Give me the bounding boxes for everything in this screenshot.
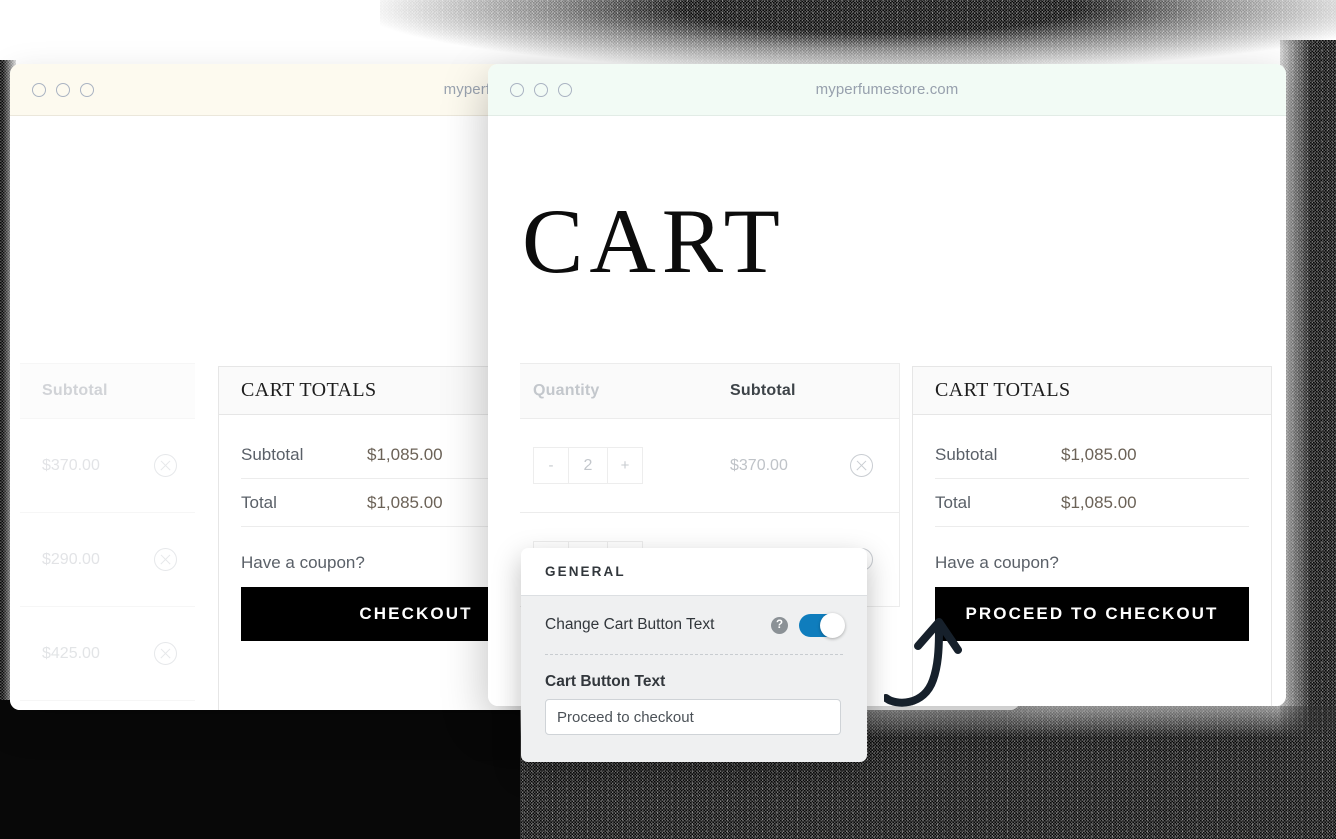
- totals-label: Total: [935, 492, 971, 512]
- change-cart-button-text-toggle[interactable]: [799, 612, 845, 638]
- remove-item-icon[interactable]: [154, 548, 177, 571]
- titlebar-front: myperfumestore.com: [488, 64, 1286, 116]
- table-row: $370.00: [20, 419, 195, 513]
- remove-item-icon[interactable]: [850, 454, 873, 477]
- cart-totals-heading-front: CART TOTALS: [913, 367, 1271, 415]
- row-subtotal: $290.00: [42, 550, 100, 568]
- shadow-right: [1280, 40, 1336, 740]
- address-bar-front[interactable]: myperfumestore.com: [488, 81, 1286, 98]
- totals-label: Subtotal: [241, 444, 304, 464]
- cart-table-header-row: Quantity Subtotal: [520, 364, 899, 419]
- quantity-cell: - 2 +: [520, 447, 730, 484]
- column-header-quantity: Quantity: [533, 382, 600, 399]
- table-row: $290.00: [20, 513, 195, 607]
- quantity-increment-button[interactable]: +: [607, 448, 642, 483]
- totals-value: $1,085.00: [1061, 444, 1137, 464]
- column-header-subtotal: Subtotal: [730, 382, 796, 399]
- cart-table-back: Subtotal $370.00 $290.00 $425.00: [20, 363, 195, 701]
- table-row: - 2 + $370.00: [520, 419, 899, 513]
- toggle-knob: [820, 612, 845, 638]
- totals-line-total-front: Total $1,085.00: [935, 479, 1249, 527]
- page-title: CART: [522, 190, 786, 292]
- quantity-value[interactable]: 2: [569, 448, 607, 483]
- totals-value: $1,085.00: [367, 444, 443, 464]
- totals-value: $1,085.00: [1061, 492, 1137, 512]
- table-row: $425.00: [20, 607, 195, 701]
- quantity-decrement-button[interactable]: -: [534, 448, 569, 483]
- row-controls: ?: [771, 612, 845, 638]
- help-icon[interactable]: ?: [771, 616, 788, 634]
- row-subtotal: $370.00: [42, 456, 100, 474]
- row-subtotal: $425.00: [42, 644, 100, 662]
- quantity-stepper: - 2 +: [533, 447, 643, 484]
- cart-totals-body-front: Subtotal $1,085.00 Total $1,085.00 Have …: [913, 431, 1271, 641]
- change-cart-button-text-label: Change Cart Button Text: [545, 616, 715, 633]
- coupon-link-front[interactable]: Have a coupon?: [935, 527, 1249, 587]
- shadow-lower-left: [0, 700, 520, 839]
- row-subtotal: $370.00: [730, 456, 788, 474]
- totals-label: Total: [241, 492, 277, 512]
- settings-popup: GENERAL Change Cart Button Text ? Cart B…: [521, 548, 867, 762]
- proceed-to-checkout-button[interactable]: PROCEED TO CHECKOUT: [935, 587, 1249, 641]
- change-cart-button-text-row: Change Cart Button Text ?: [521, 596, 867, 654]
- totals-line-subtotal-front: Subtotal $1,085.00: [935, 431, 1249, 479]
- remove-item-icon[interactable]: [154, 642, 177, 665]
- totals-value: $1,085.00: [367, 492, 443, 512]
- cart-button-text-input[interactable]: [545, 699, 841, 735]
- remove-item-icon[interactable]: [154, 454, 177, 477]
- cart-button-text-label: Cart Button Text: [545, 673, 666, 690]
- settings-section-title: GENERAL: [521, 548, 867, 596]
- column-header-subtotal-back: Subtotal: [20, 364, 195, 419]
- cart-totals-panel-front: CART TOTALS Subtotal $1,085.00 Total $1,…: [912, 366, 1272, 706]
- totals-label: Subtotal: [935, 444, 998, 464]
